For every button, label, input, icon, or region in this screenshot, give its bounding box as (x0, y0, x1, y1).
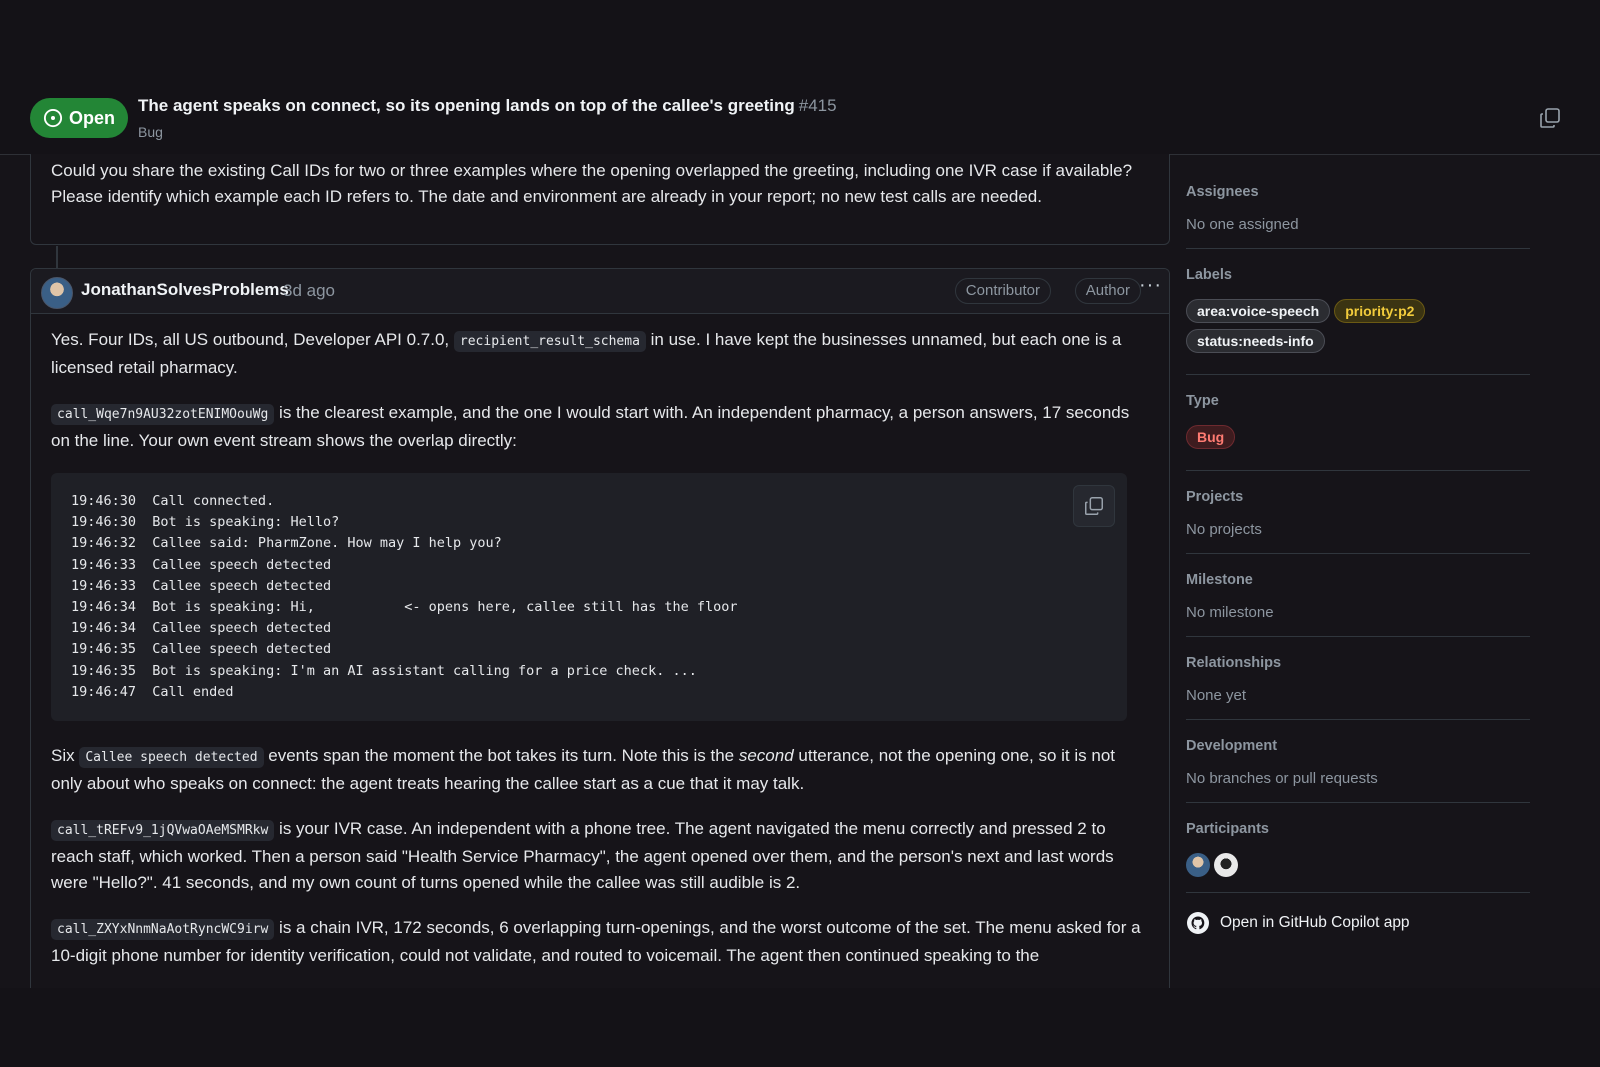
comment-card: JonathanSolvesProblems 3d ago Contributo… (30, 268, 1170, 989)
participant-avatar[interactable] (1214, 853, 1238, 877)
type-bug-badge: Bug (1186, 425, 1236, 449)
issue-title: The agent speaks on connect, so its open… (138, 96, 837, 116)
text-span: Six (51, 746, 80, 766)
comment-author-link[interactable]: JonathanSolvesProblems (81, 280, 289, 300)
github-icon (1187, 912, 1209, 934)
label-area-voice-speech[interactable]: area:voice-speech (1186, 299, 1331, 323)
event-log-code-block: 19:46:30 Call connected. 19:46:30 Bot is… (51, 473, 1127, 722)
event-log-text: 19:46:30 Call connected. 19:46:30 Bot is… (71, 493, 738, 700)
relationships-section: Relationships None yet (1186, 655, 1530, 720)
contributor-badge: Contributor (954, 278, 1051, 304)
comment-paragraph: call_ZXYxNnmNaAotRyncWC9irw is a chain I… (51, 915, 1141, 969)
call-id-code: call_tREFv9_1jQVwaOAeMSMRkw (51, 820, 275, 842)
previous-comment-text: Could you share the existing Call IDs fo… (51, 161, 1133, 206)
bottom-bar-area (0, 988, 1600, 1067)
development-title[interactable]: Development (1186, 738, 1530, 754)
comment-timestamp[interactable]: 3d ago (283, 281, 335, 301)
copy-icon (1085, 497, 1103, 515)
comment-paragraph: call_Wqe7n9AU32zotENIMOouWg is the clear… (51, 400, 1141, 454)
labels-section: Labels area:voice-speech priority:p2 stat… (1186, 267, 1530, 375)
issue-type-label: Bug (138, 124, 163, 140)
participant-avatar[interactable] (1186, 853, 1210, 877)
issue-sidebar: Assignees No one assigned Labels area:vo… (1186, 154, 1530, 935)
type-section: Type Bug (1186, 393, 1530, 471)
comment-paragraph: call_tREFv9_1jQVwaOAeMSMRkw is your IVR … (51, 816, 1141, 896)
issue-open-icon (43, 108, 63, 128)
type-title[interactable]: Type (1186, 393, 1530, 409)
participants-list (1186, 853, 1530, 877)
projects-title[interactable]: Projects (1186, 489, 1530, 505)
label-priority-p2[interactable]: priority:p2 (1334, 299, 1426, 323)
comment-header: JonathanSolvesProblems 3d ago Contributo… (31, 269, 1169, 314)
milestone-section: Milestone No milestone (1186, 572, 1530, 637)
inline-code: Callee speech detected (79, 747, 264, 769)
more-options-icon[interactable]: ··· (1139, 275, 1163, 301)
inline-code: recipient_result_schema (453, 331, 646, 352)
development-section: Development No branches or pull requests (1186, 738, 1530, 803)
assignees-section: Assignees No one assigned (1186, 154, 1530, 249)
author-badge: Author (1074, 278, 1141, 304)
projects-value: No projects (1186, 521, 1262, 538)
participants-section: Participants (1186, 821, 1530, 893)
issue-title-text: The agent speaks on connect, so its open… (138, 96, 795, 115)
comment-paragraph: Yes. Four IDs, all US outbound, Develope… (51, 327, 1141, 381)
assignees-title[interactable]: Assignees (1186, 184, 1530, 200)
timeline-connector (56, 246, 58, 268)
open-in-copilot-label: Open in GitHub Copilot app (1220, 914, 1410, 931)
copy-code-button[interactable] (1073, 485, 1115, 527)
emphasis-text: second (738, 746, 794, 766)
relationships-value: None yet (1186, 687, 1247, 704)
previous-comment: Could you share the existing Call IDs fo… (30, 154, 1170, 245)
milestone-title[interactable]: Milestone (1186, 572, 1530, 588)
call-id-code: call_ZXYxNnmNaAotRyncWC9irw (51, 919, 275, 941)
comment-paragraph: Six Callee speech detected events span t… (51, 743, 1141, 797)
open-in-copilot-link[interactable]: Open in GitHub Copilot app (1186, 911, 1530, 935)
relationships-title[interactable]: Relationships (1186, 655, 1530, 671)
assignees-value: No one assigned (1186, 216, 1299, 233)
labels-title[interactable]: Labels (1186, 267, 1530, 283)
comment-body: Yes. Four IDs, all US outbound, Develope… (51, 327, 1141, 988)
text-span: Yes. Four IDs, all US outbound, Develope… (51, 330, 454, 349)
milestone-value: No milestone (1186, 604, 1274, 621)
author-avatar[interactable] (41, 277, 73, 309)
labels-list: area:voice-speech priority:p2 status:need… (1186, 299, 1530, 359)
label-status-needs-info[interactable]: status:needs-info (1186, 329, 1325, 353)
copy-link-icon[interactable] (1538, 106, 1562, 130)
top-bar-area (0, 0, 1600, 90)
call-id-code: call_Wqe7n9AU32zotENIMOouWg (51, 404, 275, 425)
issue-header: Open The agent speaks on connect, so its… (0, 90, 1600, 155)
issue-state-label: Open (68, 107, 115, 128)
development-value: No branches or pull requests (1186, 770, 1378, 787)
text-span: events span the moment the bot takes its… (263, 746, 739, 766)
projects-section: Projects No projects (1186, 489, 1530, 554)
issue-state-badge: Open (30, 98, 128, 138)
participants-title: Participants (1186, 821, 1269, 837)
issue-number: #415 (798, 96, 837, 115)
